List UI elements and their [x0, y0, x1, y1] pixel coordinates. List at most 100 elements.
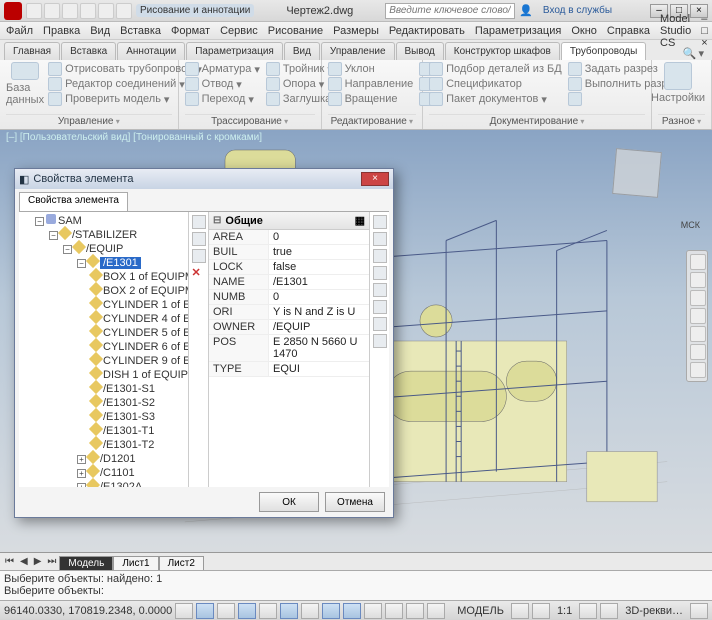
nav-collapse-icon[interactable] [690, 344, 706, 360]
tree-item[interactable]: /E1301-S3 [91, 410, 186, 424]
signin-link[interactable]: Вход в службы [543, 5, 612, 16]
layout-tab-model[interactable]: Модель [59, 556, 113, 570]
side-tool-icon[interactable] [373, 317, 387, 331]
ortho-toggle[interactable] [217, 603, 235, 619]
tab-view[interactable]: Вид [284, 42, 320, 60]
side-tool-icon[interactable] [373, 300, 387, 314]
valve-button[interactable]: Арматура▾ [185, 62, 260, 76]
menu-view[interactable]: Вид [90, 25, 110, 37]
qat-redo-icon[interactable] [116, 3, 132, 19]
side-tool-icon[interactable] [373, 249, 387, 263]
menu-edit[interactable]: Правка [43, 25, 80, 37]
dialog-tab-props[interactable]: Свойства элемента [19, 192, 128, 211]
property-row[interactable]: OWNER/EQUIP [209, 320, 369, 335]
direction-button[interactable]: Направление [328, 77, 414, 91]
tree-selected-item[interactable]: /E1301 [100, 257, 141, 269]
property-grid[interactable]: AREA0BUILtrueLOCKfalseNAME/E1301NUMB0ORI… [209, 230, 369, 487]
property-row[interactable]: NAME/E1301 [209, 275, 369, 290]
layout-tab-sheet2[interactable]: Лист2 [159, 556, 204, 570]
rotate-button[interactable]: Вращение [328, 92, 414, 106]
slope-button[interactable]: Уклон [328, 62, 414, 76]
property-row[interactable]: BUILtrue [209, 245, 369, 260]
tabs-first-icon[interactable]: ⏮ [2, 555, 17, 568]
side-tool-icon[interactable] [373, 283, 387, 297]
side-tool-icon[interactable] [373, 266, 387, 280]
panel-title-doc[interactable]: Документирование [429, 114, 645, 127]
tab-home[interactable]: Главная [4, 42, 60, 60]
menu-dim[interactable]: Размеры [333, 25, 379, 37]
status-btn[interactable] [532, 603, 550, 619]
ribbon-collapse-icon[interactable]: ▾ [698, 47, 704, 60]
side-tool-icon[interactable] [373, 232, 387, 246]
tree-item[interactable]: CYLINDER 1 of EQUIPMEN… [91, 298, 186, 312]
tree-tool-icon[interactable] [192, 249, 206, 263]
tree-item[interactable]: BOX 1 of EQUIPMENT /E1… [91, 270, 186, 284]
qat-print-icon[interactable] [80, 3, 96, 19]
bend-button[interactable]: Отвод▾ [185, 77, 260, 91]
tpy-toggle[interactable] [385, 603, 403, 619]
qat-save-icon[interactable] [62, 3, 78, 19]
menu-help[interactable]: Справка [607, 25, 650, 37]
menu-format[interactable]: Формат [171, 25, 210, 37]
property-row[interactable]: AREA0 [209, 230, 369, 245]
menu-modelstudio[interactable]: Model Studio CS [660, 13, 691, 49]
grid-toggle[interactable] [196, 603, 214, 619]
reducer-button[interactable]: Переход▾ [185, 92, 260, 106]
panel-title-edit[interactable]: Редактирование [328, 114, 417, 127]
tab-output[interactable]: Вывод [396, 42, 444, 60]
menu-modify[interactable]: Редактировать [389, 25, 465, 37]
property-row[interactable]: TYPEEQUI [209, 362, 369, 377]
tree-item[interactable]: CYLINDER 4 of EQUIPMEN… [91, 312, 186, 326]
help-search-input[interactable] [385, 3, 515, 19]
tab-param[interactable]: Параметризация [186, 42, 283, 60]
side-tool-icon[interactable] [373, 215, 387, 229]
tab-manage[interactable]: Управление [321, 42, 395, 60]
nav-orbit-icon[interactable] [690, 308, 706, 324]
property-row[interactable]: ORIY is N and Z is U [209, 305, 369, 320]
tree-item[interactable]: BOX 2 of EQUIPMENT /E1… [91, 284, 186, 298]
tab-piping[interactable]: Трубопроводы [561, 42, 647, 60]
command-line[interactable]: Выберите объекты: найдено: 1 Выберите об… [0, 570, 712, 600]
tree-item[interactable]: /E1301-S2 [91, 396, 186, 410]
tree-item[interactable]: DISH 1 of EQUIPMENT /E… [91, 368, 186, 382]
tree-item[interactable]: CYLINDER 5 of EQUIPMEN… [91, 326, 186, 340]
status-btn[interactable] [600, 603, 618, 619]
tree-item[interactable]: CYLINDER 9 of EQUIPMEN… [91, 354, 186, 368]
workspace-selector[interactable]: Рисование и аннотации [136, 4, 254, 17]
menu-tools[interactable]: Сервис [220, 25, 258, 37]
tree-item[interactable]: CYLINDER 6 of EQUIPMEN… [91, 340, 186, 354]
lwt-toggle[interactable] [364, 603, 382, 619]
spec-button[interactable]: Спецификатор [429, 77, 562, 91]
menu-insert[interactable]: Вставка [120, 25, 161, 37]
property-row[interactable]: POSE 2850 N 5660 U 1470 [209, 335, 369, 362]
ribbon-search-icon[interactable]: 🔍 [683, 47, 697, 60]
property-row[interactable]: LOCKfalse [209, 260, 369, 275]
snap-toggle[interactable] [175, 603, 193, 619]
tabs-prev-icon[interactable]: ◀ [17, 555, 31, 568]
cancel-button[interactable]: Отмена [325, 492, 385, 512]
database-button[interactable]: База данных [6, 62, 44, 106]
nav-showmotion-icon[interactable] [690, 326, 706, 342]
doc-minimize-button[interactable]: – □ × [701, 13, 708, 49]
panel-title-manage[interactable]: Управление [6, 114, 172, 127]
tab-insert[interactable]: Вставка [61, 42, 116, 60]
docpack-button[interactable]: Пакет документов▾ [429, 92, 562, 106]
tree-item[interactable]: /E1301-S1 [91, 382, 186, 396]
menu-draw[interactable]: Рисование [268, 25, 323, 37]
tree-item[interactable]: /E1301-T1 [91, 424, 186, 438]
prop-options-icon[interactable]: ▦ [355, 214, 365, 227]
panel-title-trace[interactable]: Трассирование [185, 114, 315, 127]
menu-file[interactable]: Файл [6, 25, 33, 37]
tab-cab[interactable]: Конструктор шкафов [445, 42, 560, 60]
dyn-toggle[interactable] [343, 603, 361, 619]
tree-tool-icon[interactable] [192, 232, 206, 246]
nav-mode-label[interactable]: 3D-рекви… [621, 605, 687, 617]
nav-more-icon[interactable] [690, 362, 706, 378]
tab-annotate[interactable]: Аннотации [117, 42, 185, 60]
nav-wheel-icon[interactable] [690, 254, 706, 270]
status-btn[interactable] [579, 603, 597, 619]
settings-button[interactable]: Настройки [658, 62, 698, 106]
ducs-toggle[interactable] [322, 603, 340, 619]
layout-tab-sheet1[interactable]: Лист1 [113, 556, 158, 570]
qat-undo-icon[interactable] [98, 3, 114, 19]
